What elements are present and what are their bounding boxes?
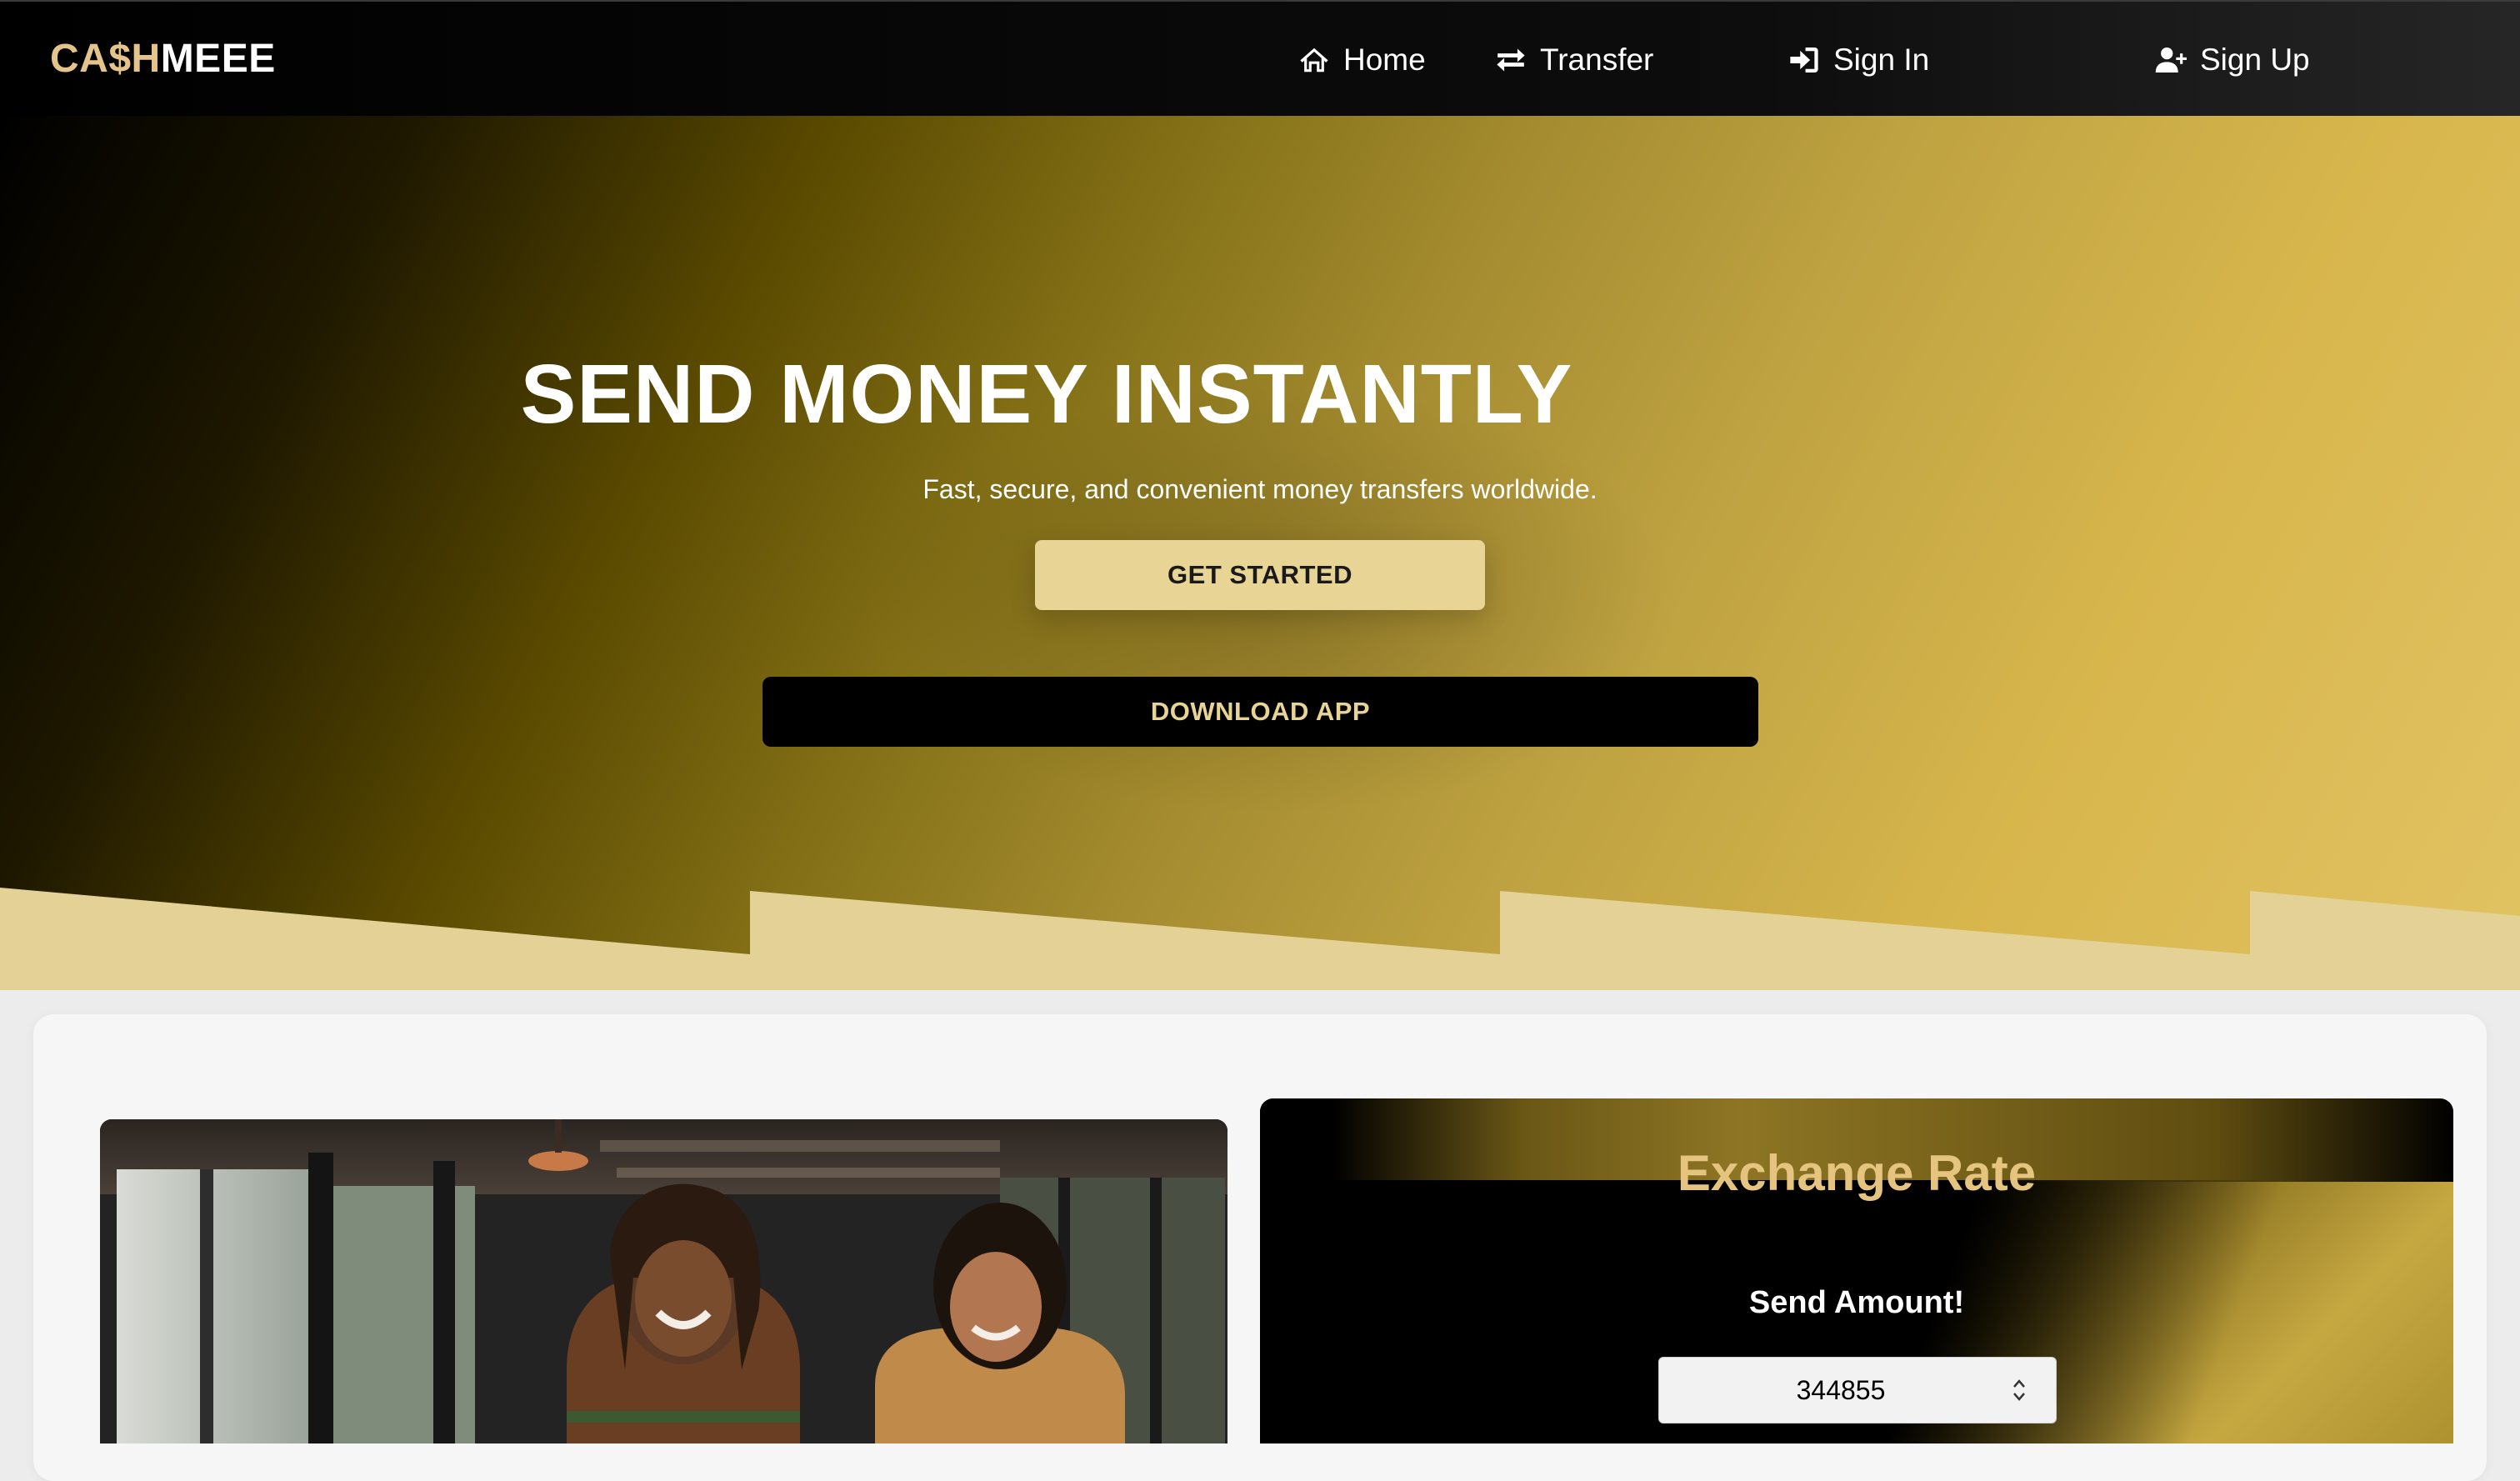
nav-home-label: Home (1343, 43, 1426, 77)
transfer-arrows-icon (1497, 48, 1525, 72)
hero-section: SEND MONEY INSTANTLY Fast, secure, and c… (0, 116, 2520, 990)
send-amount-label: Send Amount! (1748, 1285, 1965, 1320)
send-amount-input[interactable] (1658, 1357, 2057, 1423)
nav-home-link[interactable]: Home (1298, 35, 1426, 85)
top-navbar: CA$HMEEE Home Transfer Sign In Sign Up (0, 0, 2520, 116)
nav-transfer-link[interactable]: Transfer (1495, 35, 1653, 85)
logo-part-white: MEEE (160, 37, 276, 81)
download-app-button[interactable]: DOWNLOAD APP (762, 677, 1758, 747)
nav-sign-up-label: Sign Up (2200, 43, 2310, 77)
get-started-button[interactable]: GET STARTED (1035, 540, 1485, 610)
nav-sign-in-link[interactable]: Sign In (1788, 35, 1929, 85)
sign-in-icon (1790, 47, 1818, 73)
nav-transfer-label: Transfer (1540, 43, 1654, 77)
exchange-rate-title: Exchange Rate (1677, 1145, 2037, 1201)
exchange-rate-panel: Exchange Rate Send Amount! (1260, 1098, 2453, 1443)
user-plus-icon (2155, 47, 2187, 73)
nav-sign-up-link[interactable]: Sign Up (2155, 35, 2310, 85)
number-spinner-icon[interactable] (2010, 1375, 2028, 1405)
hero-photo (100, 1119, 1228, 1443)
hero-title: SEND MONEY INSTANTLY (520, 348, 1573, 441)
people-photo-illustration (100, 1119, 1228, 1443)
brand-logo[interactable]: CA$HMEEE (50, 32, 276, 87)
logo-part-gold: CA$H (50, 37, 161, 81)
hero-subtitle: Fast, secure, and convenient money trans… (922, 474, 1598, 504)
home-icon (1300, 48, 1328, 73)
nav-sign-in-label: Sign In (1833, 43, 1930, 77)
